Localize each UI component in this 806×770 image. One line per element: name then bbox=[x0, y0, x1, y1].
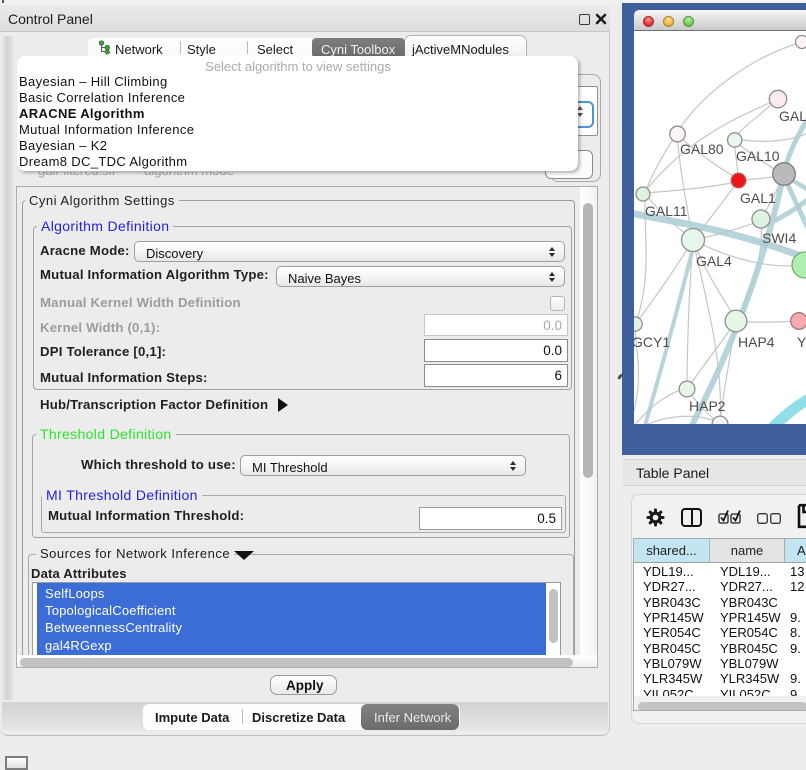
svg-text:HAP2: HAP2 bbox=[689, 398, 726, 414]
svg-text:GAL1: GAL1 bbox=[740, 190, 776, 206]
svg-text:GAL80: GAL80 bbox=[680, 141, 724, 157]
svg-text:Y: Y bbox=[797, 334, 806, 350]
svg-text:GAL10: GAL10 bbox=[736, 148, 780, 164]
svg-text:HAP4: HAP4 bbox=[738, 334, 775, 350]
svg-text:GCY1: GCY1 bbox=[634, 334, 670, 350]
svg-text:GAL11: GAL11 bbox=[645, 203, 688, 219]
svg-text:GAL4: GAL4 bbox=[696, 253, 732, 269]
svg-text:SWI4: SWI4 bbox=[762, 230, 796, 246]
svg-text:GAL: GAL bbox=[779, 108, 806, 124]
